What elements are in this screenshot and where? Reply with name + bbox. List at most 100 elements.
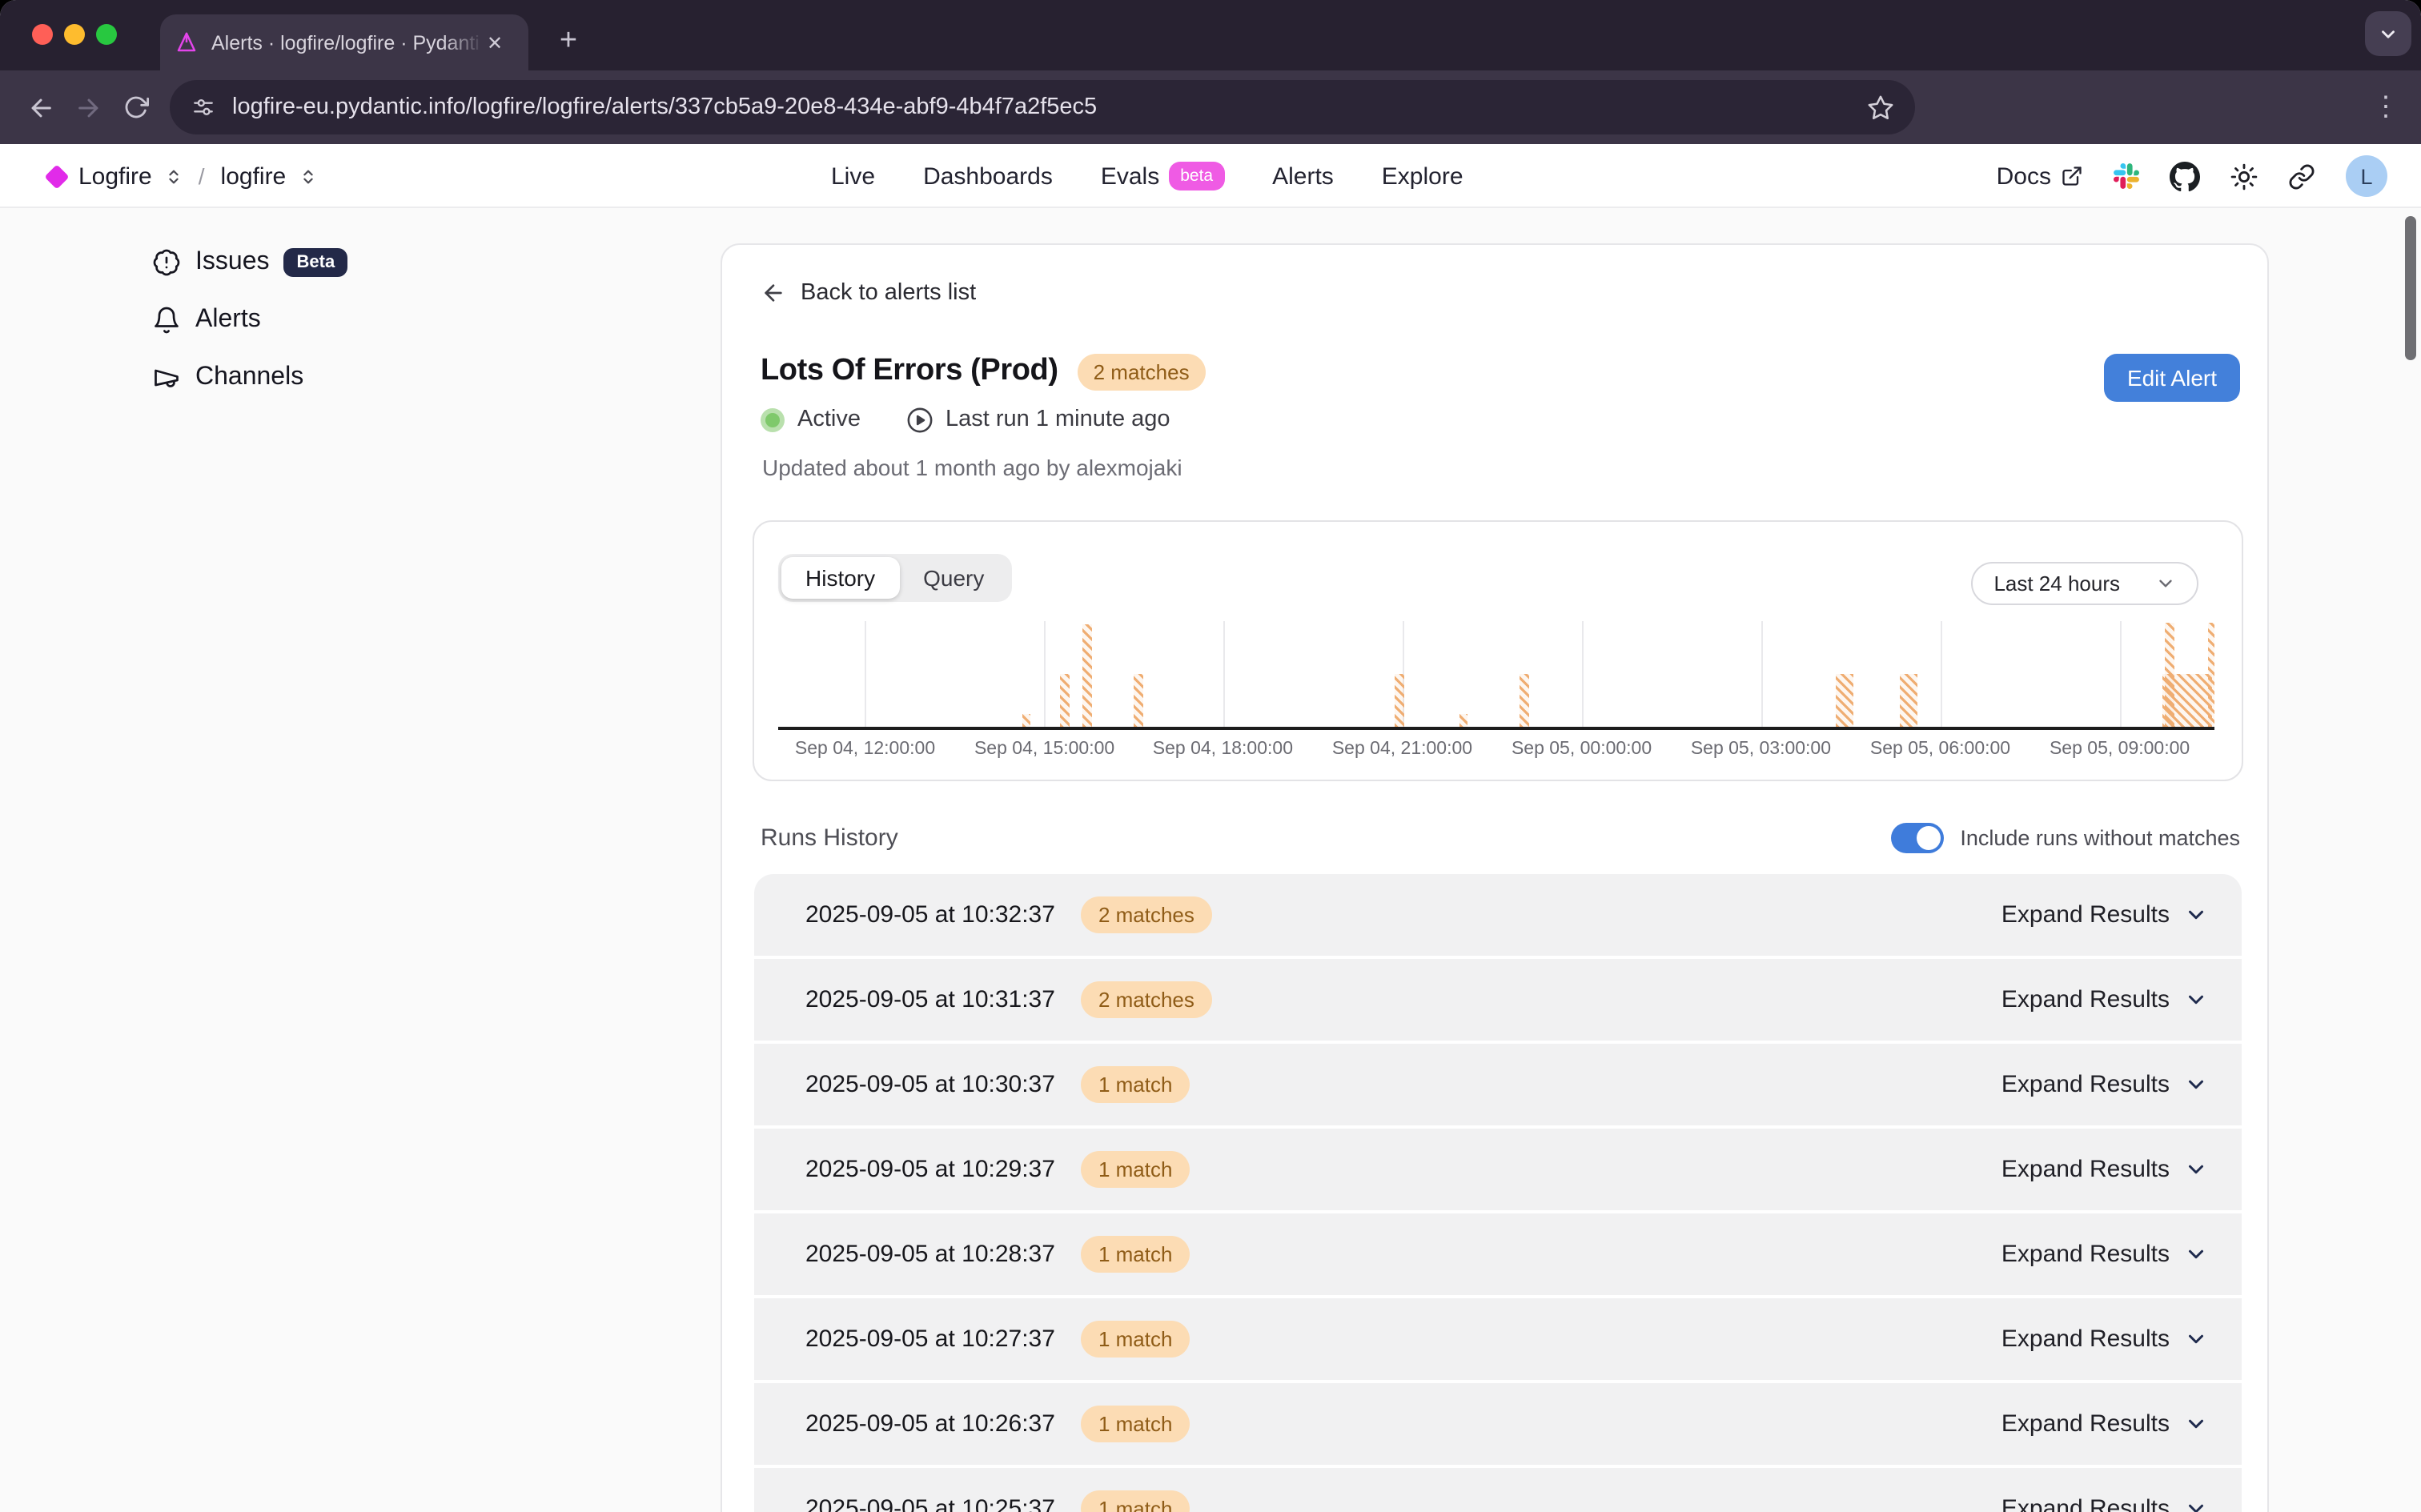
site-settings-icon[interactable] <box>191 94 216 120</box>
tab-close-icon[interactable]: ✕ <box>487 31 503 54</box>
chart-bar <box>1134 675 1143 726</box>
chart-plot <box>778 621 2214 729</box>
sidebar-item-channels[interactable]: Channels <box>152 360 347 395</box>
browser-tab[interactable]: Alerts · logfire/logfire · Pydanti ✕ <box>160 14 528 70</box>
chart-bar <box>1022 713 1030 726</box>
play-circle-icon <box>905 406 933 433</box>
run-matches-badge: 1 match <box>1081 1406 1190 1442</box>
chevrons-up-down-icon[interactable] <box>299 167 316 185</box>
chevron-down-icon <box>2184 1327 2208 1351</box>
browser-window: Alerts · logfire/logfire · Pydanti ✕ + l… <box>0 0 2421 1512</box>
nav-item-live[interactable]: Live <box>831 162 875 190</box>
browser-menu-button[interactable]: ⋮ <box>2367 91 2405 123</box>
run-row: 2025-09-05 at 10:30:37 1 match Expand Re… <box>754 1044 2242 1125</box>
updated-by-label: Updated about 1 month ago by alexmojaki <box>762 454 1182 479</box>
expand-results-button[interactable]: Expand Results <box>2001 1156 2208 1183</box>
run-matches-badge: 2 matches <box>1081 981 1212 1018</box>
history-chart-card: History Query Last 24 hours Sep 04, 12:0… <box>753 519 2242 780</box>
browser-toolbar: logfire-eu.pydantic.info/logfire/logfire… <box>0 70 2421 144</box>
workspace-selector[interactable]: Logfire <box>78 162 152 190</box>
github-icon[interactable] <box>2170 161 2200 191</box>
address-bar[interactable]: logfire-eu.pydantic.info/logfire/logfire… <box>170 80 1915 134</box>
breadcrumb-separator: / <box>199 163 205 189</box>
reload-button[interactable] <box>112 83 160 131</box>
run-row: 2025-09-05 at 10:27:37 1 match Expand Re… <box>754 1298 2242 1380</box>
run-timestamp: 2025-09-05 at 10:32:37 <box>805 901 1055 928</box>
tab-query[interactable]: Query <box>899 556 1008 598</box>
back-to-alerts-link[interactable]: Back to alerts list <box>761 279 976 305</box>
matches-badge: 2 matches <box>1078 353 1206 390</box>
chart-bar <box>2208 624 2214 726</box>
bell-icon <box>152 306 181 335</box>
window-close-button[interactable] <box>32 23 53 44</box>
chart-gridline <box>2120 621 2122 726</box>
app-header: Logfire / logfire Live Dashboards Evalsb… <box>0 144 2421 208</box>
nav-item-alerts[interactable]: Alerts <box>1272 162 1334 190</box>
run-timestamp: 2025-09-05 at 10:26:37 <box>805 1410 1055 1438</box>
external-link-icon <box>2061 165 2083 187</box>
runs-history-header: Runs History Include runs without matche… <box>761 822 2240 852</box>
share-link-icon[interactable] <box>2288 162 2315 190</box>
forward-button[interactable] <box>64 83 112 131</box>
tab-history[interactable]: History <box>781 556 899 598</box>
expand-results-button[interactable]: Expand Results <box>2001 901 2208 928</box>
back-button[interactable] <box>16 83 64 131</box>
chart-tick-label: Sep 05, 09:00:00 <box>2016 739 2224 758</box>
run-matches-badge: 1 match <box>1081 1066 1190 1103</box>
header-actions: Docs L <box>1997 144 2387 208</box>
chart-gridline <box>865 621 867 726</box>
chart-gridline <box>1045 621 1046 726</box>
chart-tick-label: Sep 04, 18:00:00 <box>1118 739 1327 758</box>
include-runs-toggle[interactable] <box>1891 822 1944 852</box>
tab-search-button[interactable] <box>2365 11 2411 56</box>
sidebar-item-alerts[interactable]: Alerts <box>152 303 347 338</box>
chart-gridline <box>1941 621 1942 726</box>
user-avatar[interactable]: L <box>2346 155 2387 197</box>
include-runs-toggle-label: Include runs without matches <box>1960 825 2240 849</box>
main-nav: Live Dashboards Evalsbeta Alerts Explore <box>831 144 1463 208</box>
chevron-down-icon <box>2184 1242 2208 1266</box>
new-tab-button[interactable]: + <box>548 21 589 62</box>
chart-bar <box>1837 674 1854 727</box>
expand-results-button[interactable]: Expand Results <box>2001 986 2208 1013</box>
sidebar-item-issues[interactable]: Issues Beta <box>152 245 347 280</box>
scrollbar-thumb[interactable] <box>2405 216 2416 360</box>
docs-link[interactable]: Docs <box>1997 162 2083 190</box>
chevron-down-icon <box>2378 23 2399 44</box>
expand-results-button[interactable]: Expand Results <box>2001 1410 2208 1438</box>
window-zoom-button[interactable] <box>96 23 117 44</box>
run-timestamp: 2025-09-05 at 10:28:37 <box>805 1241 1055 1268</box>
arrow-left-icon <box>26 94 54 121</box>
chart-tick-label: Sep 04, 21:00:00 <box>1298 739 1506 758</box>
project-selector[interactable]: logfire <box>221 162 287 190</box>
alert-status-row: Active Last run 1 minute ago <box>761 406 1170 433</box>
toggle-knob <box>1917 825 1941 849</box>
run-timestamp: 2025-09-05 at 10:29:37 <box>805 1156 1055 1183</box>
badge-alert-icon <box>152 248 181 277</box>
theme-toggle-sun-icon[interactable] <box>2230 162 2258 190</box>
expand-results-button[interactable]: Expand Results <box>2001 1326 2208 1353</box>
edit-alert-button[interactable]: Edit Alert <box>2105 353 2239 401</box>
chevrons-up-down-icon[interactable] <box>165 167 183 185</box>
nav-item-evals[interactable]: Evalsbeta <box>1101 162 1224 191</box>
run-matches-badge: 2 matches <box>1081 896 1212 933</box>
run-matches-badge: 1 match <box>1081 1151 1190 1188</box>
nav-item-dashboards[interactable]: Dashboards <box>923 162 1053 190</box>
slack-icon[interactable] <box>2114 163 2139 189</box>
expand-results-button[interactable]: Expand Results <box>2001 1495 2208 1512</box>
runs-history-title: Runs History <box>761 824 898 851</box>
time-range-select[interactable]: Last 24 hours <box>1971 562 2198 605</box>
bookmark-star-icon[interactable] <box>1867 94 1894 121</box>
run-matches-badge: 1 match <box>1081 1236 1190 1273</box>
expand-results-button[interactable]: Expand Results <box>2001 1071 2208 1098</box>
chevron-down-icon <box>2184 1157 2208 1181</box>
runs-list: 2025-09-05 at 10:32:37 2 matches Expand … <box>754 874 2242 1512</box>
chart-tick-label: Sep 05, 03:00:00 <box>1656 739 1865 758</box>
expand-results-button[interactable]: Expand Results <box>2001 1241 2208 1268</box>
nav-item-explore[interactable]: Explore <box>1382 162 1463 190</box>
chart-tick-label: Sep 05, 00:00:00 <box>1478 739 1686 758</box>
run-timestamp: 2025-09-05 at 10:27:37 <box>805 1326 1055 1353</box>
chevron-down-icon <box>2184 1497 2208 1512</box>
chart-gridline <box>1223 621 1224 726</box>
window-minimize-button[interactable] <box>64 23 85 44</box>
